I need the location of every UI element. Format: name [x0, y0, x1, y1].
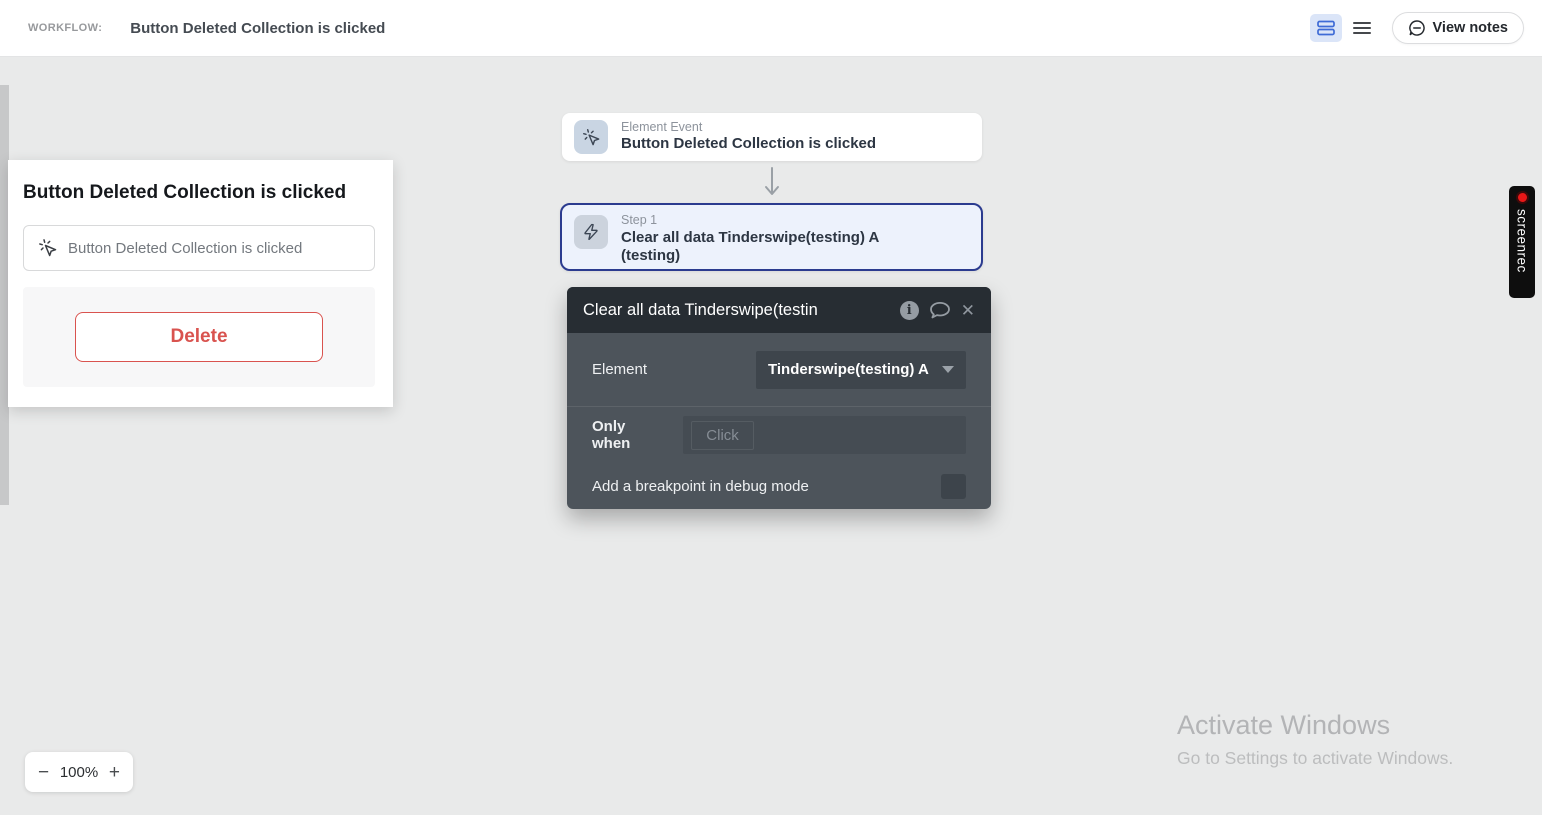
popup-header[interactable]: Clear all data Tinderswipe(testin i ✕	[567, 287, 991, 333]
action-settings-popup: Clear all data Tinderswipe(testin i ✕ El…	[567, 287, 991, 509]
element-row: Element Tinderswipe(testing) A	[567, 333, 991, 407]
element-dropdown-value: Tinderswipe(testing) A	[768, 361, 929, 378]
delete-button[interactable]: Delete	[75, 312, 323, 362]
breakpoint-label: Add a breakpoint in debug mode	[592, 477, 809, 495]
activate-windows-subtitle: Go to Settings to activate Windows.	[1177, 748, 1454, 768]
breakpoint-checkbox[interactable]	[941, 473, 966, 499]
canvas-zoom-control: − 100% +	[25, 752, 133, 792]
element-label: Element	[592, 361, 648, 378]
workflow-step-card[interactable]: Step 1 Clear all data Tinderswipe(testin…	[560, 203, 983, 271]
element-event-icon	[574, 120, 608, 154]
workflow-topbar: WORKFLOW: Button Deleted Collection is c…	[0, 0, 1542, 57]
screenrec-label: screenrec	[1514, 209, 1530, 273]
view-mode-toggle	[1309, 14, 1378, 42]
notes-bubble-icon	[1408, 19, 1426, 37]
event-trigger-label: Button Deleted Collection is clicked	[68, 239, 303, 257]
zoom-level: 100%	[59, 763, 99, 781]
activate-windows-title: Activate Windows	[1177, 710, 1391, 740]
view-notes-button[interactable]: View notes	[1391, 12, 1524, 44]
event-properties-panel: Button Deleted Collection is clicked But…	[8, 160, 393, 407]
workflow-event-card[interactable]: Element Event Button Deleted Collection …	[562, 113, 982, 161]
step-card-step-label: Step 1	[621, 213, 658, 227]
activate-windows-watermark: Activate Windows Go to Settings to activ…	[1177, 710, 1453, 769]
only-when-placeholder: Click	[691, 420, 754, 450]
close-icon[interactable]: ✕	[961, 302, 975, 319]
only-when-row: Only when Click	[567, 407, 991, 463]
zoom-in-button[interactable]: +	[109, 763, 120, 782]
popup-header-icons: i ✕	[899, 300, 975, 320]
comment-bubble-icon[interactable]	[929, 301, 951, 320]
list-view-icon	[1352, 21, 1371, 35]
info-icon[interactable]: i	[899, 300, 919, 320]
step-card-title: Clear all data Tinderswipe(testing) A (t…	[621, 228, 879, 265]
only-when-label: Only when	[592, 418, 631, 452]
view-notes-label: View notes	[1432, 20, 1508, 36]
record-dot-icon	[1515, 191, 1529, 204]
flow-down-arrow	[763, 166, 781, 198]
list-view-toggle-button[interactable]	[1346, 14, 1378, 42]
event-trigger-row[interactable]: Button Deleted Collection is clicked	[23, 225, 375, 271]
event-card-type-label: Element Event	[621, 119, 703, 134]
card-view-toggle-button[interactable]	[1309, 14, 1342, 42]
only-when-input[interactable]: Click	[683, 416, 966, 454]
breakpoint-row: Add a breakpoint in debug mode	[567, 463, 991, 509]
workflow-title: Button Deleted Collection is clicked	[130, 19, 386, 37]
mouse-pointer-click-icon	[38, 238, 58, 258]
event-card-title: Button Deleted Collection is clicked	[621, 135, 877, 153]
event-card-text: Element Event Button Deleted Collection …	[621, 120, 876, 154]
screenrec-widget[interactable]: screenrec	[1509, 186, 1535, 298]
workflow-label: WORKFLOW:	[28, 22, 103, 34]
topbar-controls: View notes	[1309, 12, 1524, 44]
card-view-icon	[1316, 20, 1335, 36]
delete-section: Delete	[23, 287, 375, 387]
step-card-text: Step 1 Clear all data Tinderswipe(testin…	[621, 213, 921, 266]
chevron-down-icon	[942, 366, 954, 373]
action-zap-icon	[574, 215, 608, 249]
popup-title: Clear all data Tinderswipe(testin	[583, 300, 818, 319]
element-dropdown[interactable]: Tinderswipe(testing) A	[756, 350, 966, 389]
zoom-out-button[interactable]: −	[38, 763, 49, 782]
event-panel-title: Button Deleted Collection is clicked	[23, 182, 347, 203]
